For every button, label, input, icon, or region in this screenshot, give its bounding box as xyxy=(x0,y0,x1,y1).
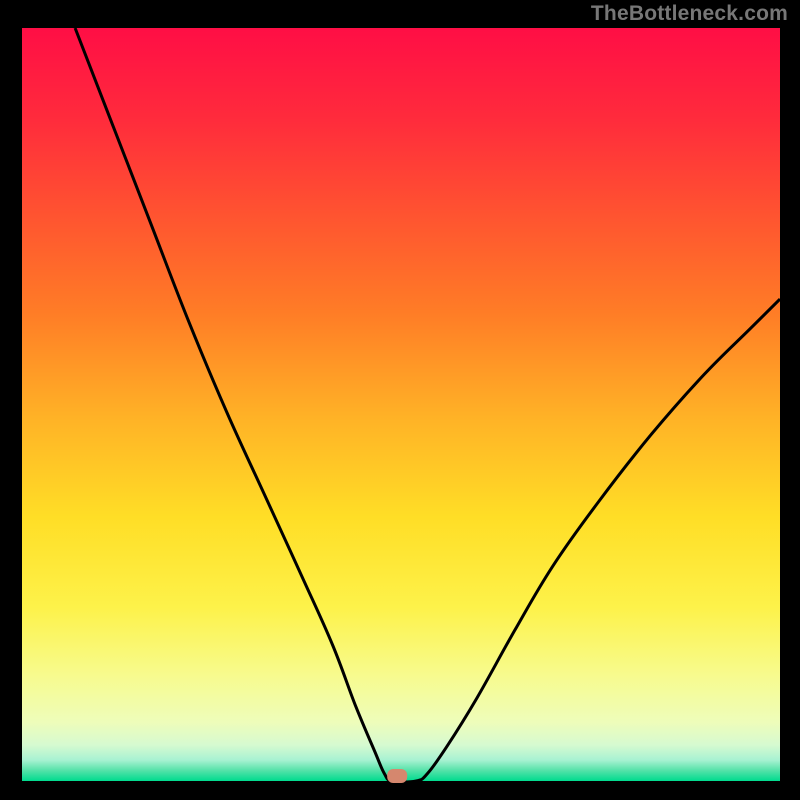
bottleneck-chart xyxy=(0,0,800,800)
plot-background xyxy=(22,28,780,781)
chart-container: TheBottleneck.com xyxy=(0,0,800,800)
optimal-marker xyxy=(387,769,407,783)
